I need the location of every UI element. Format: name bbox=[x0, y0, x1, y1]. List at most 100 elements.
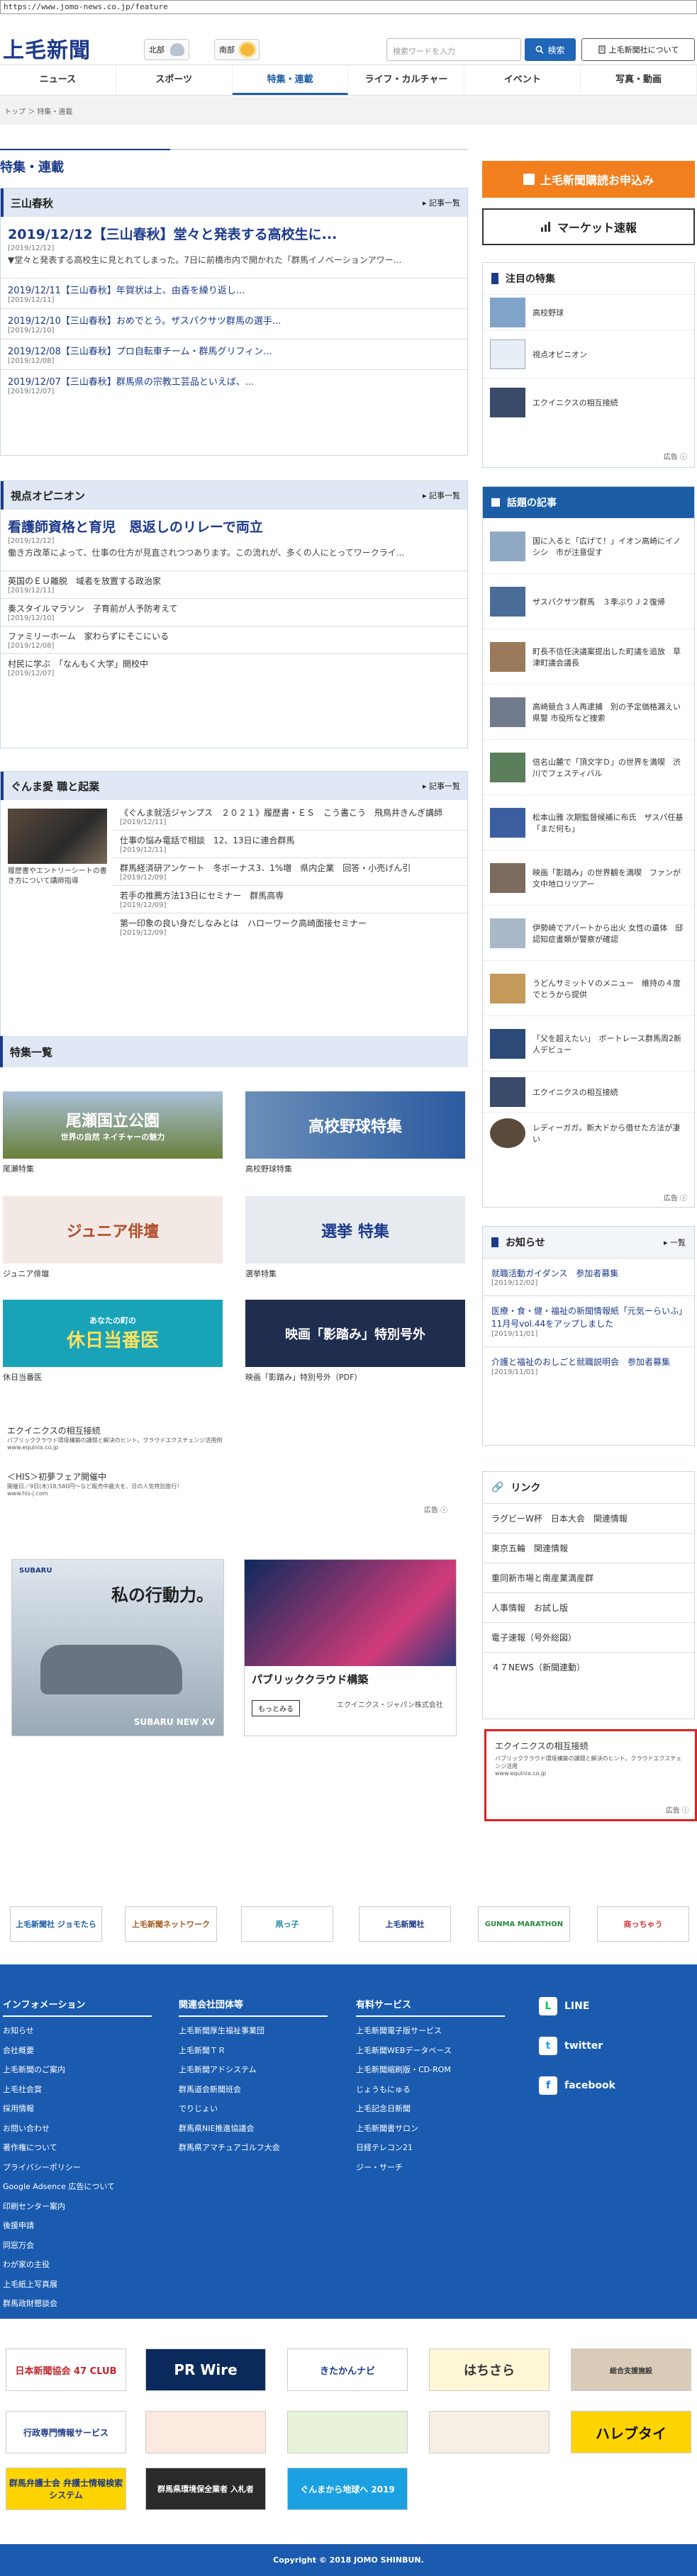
weather-north[interactable]: 北部 bbox=[144, 39, 189, 60]
topic-item[interactable]: 国に入ると「広げて！」イオン高崎にイノシシ 市が注意促す bbox=[483, 518, 694, 573]
topic-item[interactable]: 伊勢崎でアパートから出火 女性の遺体 邸認知症書類が警察が確認 bbox=[483, 905, 694, 960]
equinix-ad[interactable]: パブリッククラウド構築 もっとみる エクイニクス・ジャパン株式会社 bbox=[244, 1559, 457, 1736]
footer-link[interactable]: ジー・サーチ bbox=[356, 2158, 505, 2178]
career-photo[interactable] bbox=[8, 809, 107, 864]
topic-item[interactable]: エクイニクスの相互接続 bbox=[483, 1071, 694, 1112]
search-input[interactable]: 検索ワードを入力 bbox=[386, 38, 521, 61]
footer-link[interactable]: 著作権について bbox=[3, 2138, 152, 2158]
sidebar-text-ad[interactable]: エクイニクスの相互接続 パブリッククラウド環境構築の課題と解決のヒント。クラウド… bbox=[484, 1729, 697, 1821]
footer-link[interactable]: 上毛新聞ＴＲ bbox=[179, 2041, 328, 2061]
feature-card[interactable]: 尾瀬国立公園 世界の自然 ネイチャーの魅力 尾瀬特集 bbox=[3, 1091, 223, 1174]
partner-banner[interactable]: きたかんナビ bbox=[287, 2349, 408, 2391]
footer-link[interactable]: 会社概要 bbox=[3, 2041, 152, 2061]
topic-item[interactable]: ザスパクサツ群馬 ３季ぶりＪ２復帰 bbox=[483, 573, 694, 629]
partner-banner[interactable]: 日本新聞協会 47 CLUB bbox=[6, 2349, 126, 2391]
feature-card[interactable]: ジュニア俳壇 ジュニア俳壇 bbox=[3, 1196, 223, 1279]
partner-banner[interactable]: 行政専門情報サービス bbox=[6, 2411, 126, 2453]
footer-link[interactable]: 上毛社会賞 bbox=[3, 2080, 152, 2100]
footer-link[interactable]: Google Adsence 広告について bbox=[3, 2177, 152, 2197]
ad-label[interactable]: 広告 ⓘ bbox=[664, 451, 687, 461]
more-link[interactable]: ▸ 記事一覧 bbox=[423, 197, 460, 208]
footer-link[interactable]: プライバシーポリシー bbox=[3, 2158, 152, 2178]
external-link[interactable]: 重同新市場と南産業満産群 bbox=[483, 1563, 694, 1592]
footer-link[interactable]: わが家の主役 bbox=[3, 2255, 152, 2275]
list-item[interactable]: 村民に学ぶ 「なんもく大学」開校中 [2019/12/07] bbox=[1, 653, 467, 681]
subscribe-button[interactable]: 上毛新聞購読お申込み bbox=[482, 161, 695, 198]
breadcrumb-home[interactable]: トップ bbox=[4, 108, 26, 116]
external-link[interactable]: 東京五輪 関連情報 bbox=[483, 1533, 694, 1563]
footer-link[interactable]: 日経テレコン21 bbox=[356, 2138, 505, 2158]
partner-banner[interactable]: 群馬県環境保全業者 入札者 bbox=[145, 2468, 266, 2510]
list-item[interactable]: 仕事の悩み電話で相談 12、13日に連合群馬 [2019/12/11] bbox=[113, 830, 467, 857]
topic-item[interactable]: レディーガガ。新大ドから借せた方法が凄い bbox=[483, 1112, 694, 1153]
market-button[interactable]: マーケット速報 bbox=[482, 208, 695, 245]
nav-photo-video[interactable]: 写真・動画 bbox=[581, 65, 697, 95]
footer-link[interactable]: 同窓万会 bbox=[3, 2236, 152, 2256]
footer-link[interactable]: でりじょい bbox=[179, 2099, 328, 2119]
list-item[interactable]: 2019/12/10【三山春秋】おめでとう。ザスパクサツ群馬の選手... [201… bbox=[1, 308, 467, 339]
feature-card[interactable]: あなたの町の 休日当番医 休日当番医 bbox=[3, 1300, 223, 1383]
footer-link[interactable]: 上毛新聞縮刷版・CD-ROM bbox=[356, 2060, 505, 2080]
footer-link[interactable]: 採用情報 bbox=[3, 2099, 152, 2119]
featured-item[interactable]: エクイニクスの相互接続 bbox=[483, 378, 694, 426]
footer-link[interactable]: じょうもにゅる bbox=[356, 2080, 505, 2100]
sponsor-banner[interactable]: 上毛新聞社 bbox=[359, 1906, 451, 1942]
more-link[interactable]: ▸ 記事一覧 bbox=[423, 490, 460, 501]
external-link[interactable]: ラグビーW杯 日本大会 関連情報 bbox=[483, 1503, 694, 1533]
footer-link[interactable]: 上毛新聞電子版サービス bbox=[356, 2021, 505, 2041]
lead-article-title[interactable]: 看護師資格と育児 恩返しのリレーで両立 bbox=[1, 510, 467, 537]
lead-article-title[interactable]: 2019/12/12【三山春秋】堂々と発表する高校生に... bbox=[1, 217, 467, 244]
list-item[interactable]: 第一印象の良い身だしなみとは ハローワーク高崎面接セミナー [2019/12/09… bbox=[113, 913, 467, 940]
footer-link[interactable]: 上毛記念日新聞 bbox=[356, 2099, 505, 2119]
footer-link[interactable]: 後援申請 bbox=[3, 2216, 152, 2236]
partner-banner[interactable] bbox=[145, 2411, 266, 2453]
footer-link[interactable]: 上毛新聞厚生福祉事業団 bbox=[179, 2021, 328, 2041]
search-button[interactable]: 検索 bbox=[525, 38, 576, 61]
footer-link[interactable]: 上毛新聞書サロン bbox=[356, 2119, 505, 2139]
subaru-ad[interactable]: SUBARU 私の行動力。 SUBARU NEW XV bbox=[11, 1559, 224, 1736]
weather-south[interactable]: 南部 bbox=[214, 39, 260, 60]
topic-item[interactable]: 町長不信任決議案提出した町議を追放 草津町議会議長 bbox=[483, 629, 694, 684]
text-ad[interactable]: エクイニクスの相互接続 パブリッククラウド環境構築の課題と解決のヒント。クラウド… bbox=[7, 1424, 461, 1451]
partner-banner[interactable]: 総合支援施設 bbox=[571, 2349, 691, 2391]
list-item[interactable]: 群馬経済研アンケート 冬ボーナス3．1%増 県内企業 回答・小売げん引 [2019… bbox=[113, 857, 467, 885]
sponsor-banner[interactable]: 上毛新聞社 ジョモたら bbox=[10, 1906, 102, 1942]
partner-banner[interactable] bbox=[429, 2411, 550, 2453]
nav-features[interactable]: 特集・連載 bbox=[232, 65, 349, 95]
partner-banner[interactable]: ぐんまから地球へ 2019 bbox=[287, 2468, 408, 2510]
topic-item[interactable]: 倍名山麓で「頂文字Ｄ」の世界を満喫 渋川でフェスティバル bbox=[483, 739, 694, 794]
notice-item[interactable]: 介護と福祉のおしごと就職説明会 参加者募集 [2019/11/01] bbox=[483, 1346, 694, 1385]
partner-banner[interactable]: はちさら bbox=[429, 2349, 550, 2391]
topic-item[interactable]: うどんサミットＶのメニュー 維持の４度でとうから提供 bbox=[483, 960, 694, 1016]
feature-card[interactable]: 選挙 特集 選挙特集 bbox=[245, 1196, 465, 1279]
feature-card[interactable]: 高校野球特集 高校野球特集 bbox=[245, 1091, 465, 1174]
feature-card[interactable]: 映画「影踏み」特別号外 映画「影踏み」特別号外（PDF） bbox=[245, 1300, 465, 1383]
nav-events[interactable]: イベント bbox=[464, 65, 581, 95]
list-item[interactable]: 2019/12/07【三山春秋】群馬県の宗教工芸品といえば、... [2019/1… bbox=[1, 369, 467, 400]
footer-link[interactable]: お知らせ bbox=[3, 2021, 152, 2041]
footer-link[interactable]: 上毛新聞アドシステム bbox=[179, 2060, 328, 2080]
line-link[interactable]: L LINE bbox=[539, 1997, 681, 2015]
footer-link[interactable]: 印刷センター案内 bbox=[3, 2197, 152, 2217]
text-ad[interactable]: ＜HIS＞初夢フェア開催中 開催日／9日(木)18,580円〜など販売中最大を、… bbox=[7, 1470, 461, 1497]
footer-link[interactable]: 上毛新聞WEBデータベース bbox=[356, 2041, 505, 2061]
footer-link[interactable]: 上毛新聞のご案内 bbox=[3, 2060, 152, 2080]
list-item[interactable]: 2019/12/08【三山春秋】プロ自転車チーム・群馬グリフィン... [2019… bbox=[1, 339, 467, 369]
nav-news[interactable]: ニュース bbox=[0, 65, 116, 95]
list-item[interactable]: ファミリーホーム 家わらずにそこにいる [2019/12/08] bbox=[1, 626, 467, 653]
site-logo[interactable]: 上毛新聞 bbox=[3, 33, 91, 64]
topic-item[interactable]: 高崎競合３人再逮捕 別の予定価格漏えい 県警 市役所など捜索 bbox=[483, 684, 694, 739]
partner-banner[interactable]: 群馬弁護士会 弁護士情報検索システム bbox=[6, 2468, 126, 2510]
sponsor-banner[interactable]: 上毛新聞ネットワーク bbox=[125, 1906, 217, 1942]
nav-life-culture[interactable]: ライフ・カルチャー bbox=[348, 65, 465, 95]
ad-label[interactable]: 広告 ⓘ bbox=[664, 1192, 687, 1203]
list-item[interactable]: 奏スタイルマラソン 子育前が人予防考えて [2019/12/10] bbox=[1, 598, 467, 626]
featured-item[interactable]: 視点オピニオン bbox=[483, 330, 694, 378]
footer-link[interactable]: 群馬政財懇談会 bbox=[3, 2294, 152, 2314]
about-company-button[interactable]: 上毛新聞社について bbox=[581, 38, 695, 61]
topic-item[interactable]: 松本山雅 次期監督候補に布氏 ザスパ任基「まだ何も」 bbox=[483, 794, 694, 850]
partner-banner[interactable]: PR Wire bbox=[145, 2349, 266, 2391]
footer-link[interactable]: 群馬道会新聞班会 bbox=[179, 2080, 328, 2100]
notice-item[interactable]: 就職活動ガイダンス 参加者募集 [2019/12/02] bbox=[483, 1258, 694, 1295]
footer-link[interactable]: 群馬県NIE推進協議会 bbox=[179, 2119, 328, 2139]
